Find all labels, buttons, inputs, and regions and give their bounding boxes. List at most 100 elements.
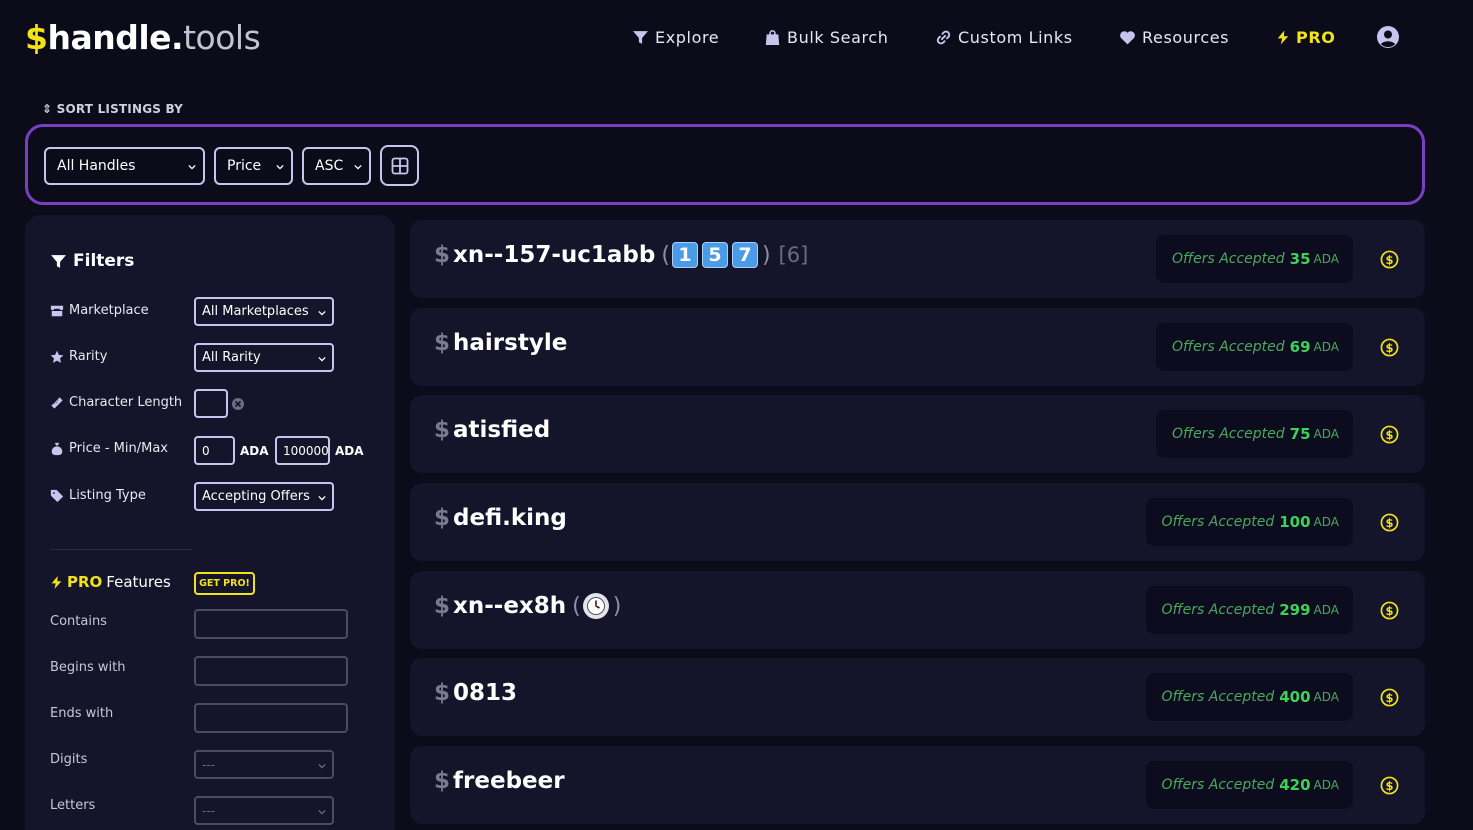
coin-icon[interactable]: $ [1380,513,1399,532]
price-min-unit: ADA [240,444,269,458]
svg-text:$: $ [1386,516,1394,530]
price-label: Price - Min/Max [50,441,168,456]
character-length-label: Character Length [50,395,182,410]
chevron-down-icon [188,164,196,170]
svg-text:$: $ [1386,341,1394,355]
chevron-down-icon [318,495,326,501]
clock-icon [586,597,605,615]
nav-bulk-search[interactable]: Bulk Search [764,26,888,48]
dollar-icon: $ [434,768,451,794]
star-icon [50,350,64,363]
svg-text:$: $ [1386,779,1394,793]
dollar-icon: $ [434,593,451,619]
chevron-down-icon [276,164,284,170]
keycap-emoji: 7 [731,242,758,268]
store-icon [50,305,64,316]
tag-icon [50,489,64,502]
dollar-icon: $ [434,680,451,706]
offer-badge: Offers Accepted 400 ADA [1145,673,1353,721]
chevron-down-icon [318,763,326,769]
clear-icon[interactable] [231,397,245,411]
coin-icon[interactable]: $ [1380,776,1399,795]
ends-with-label: Ends with [50,706,114,721]
chevron-down-icon [354,164,362,170]
marketplace-select[interactable]: All Marketplaces [194,297,334,326]
listing-card[interactable]: $ freebeer Offers Accepted 420 ADA $ [410,746,1425,824]
coin-icon[interactable]: $ [1380,250,1399,269]
sort-order-select[interactable]: ASC [302,147,371,185]
begins-with-input[interactable] [194,656,348,686]
handles-select[interactable]: All Handles [44,147,205,185]
chevron-down-icon [318,310,326,316]
sort-label: ⇕ SORT LISTINGS BY [42,102,184,116]
offer-badge: Offers Accepted 100 ADA [1145,498,1353,546]
listing-type-select[interactable]: Accepting Offers [194,482,334,511]
handle-length: [6] [778,243,809,267]
begins-with-label: Begins with [50,660,126,675]
handle-name: hairstyle [453,330,568,356]
digits-select[interactable]: --- [194,750,334,779]
nav-pro[interactable]: PRO [1276,26,1335,48]
price-max-input[interactable]: 100000( [275,436,330,465]
svg-text:$: $ [1386,428,1394,442]
handle-name: xn--157-uc1abb [453,242,656,268]
offer-badge: Offers Accepted 69 ADA [1155,323,1353,371]
character-length-input[interactable] [194,389,228,418]
dollar-icon: $ [434,242,451,268]
heart-icon [1120,30,1135,44]
handle-name: 0813 [453,680,518,706]
handle-name: defi.king [453,505,567,531]
clock-emoji [582,593,609,619]
dollar-icon: $ [434,330,451,356]
grid-view-button[interactable] [380,145,419,186]
link-icon [936,30,951,44]
coin-icon[interactable]: $ [1380,338,1399,357]
chevron-down-icon [318,356,326,362]
offer-badge: Offers Accepted 420 ADA [1145,761,1353,809]
price-bag-icon [51,442,63,455]
filters-divider [50,549,193,550]
listing-card[interactable]: $ atisfied Offers Accepted 75 ADA $ [410,395,1425,473]
contains-input[interactable] [194,609,348,639]
nav-custom-links[interactable]: Custom Links [935,26,1073,48]
price-min-input[interactable]: 0 [194,436,235,465]
pro-features-title: PRO Features [50,573,171,591]
listing-card[interactable]: $ hairstyle Offers Accepted 69 ADA $ [410,308,1425,386]
filters-title: Filters [50,251,134,271]
handle-name: atisfied [453,417,551,443]
nav-resources[interactable]: Resources [1119,26,1229,48]
listing-card[interactable]: $0813 Offers Accepted 400 ADA $ [410,658,1425,736]
dollar-icon: $ [434,417,451,443]
coin-icon[interactable]: $ [1380,425,1399,444]
letters-label: Letters [50,798,96,813]
handle-name: xn--ex8h [453,593,567,619]
ends-with-input[interactable] [194,703,348,733]
user-avatar-icon[interactable] [1376,25,1400,49]
nav-explore[interactable]: Explore [632,26,719,48]
offer-badge: Offers Accepted 299 ADA [1145,586,1353,634]
site-logo[interactable]: $handle.tools [25,18,261,57]
listing-card[interactable]: $ defi.king Offers Accepted 100 ADA $ [410,483,1425,561]
listing-card[interactable]: $ xn--157-uc1abb ( 1 5 7 ) [6] Offers Ac… [410,220,1425,298]
bolt-icon [1277,30,1289,44]
bolt-icon [51,575,62,589]
svg-text:$: $ [1386,691,1394,705]
bag-icon [765,29,780,45]
letters-select[interactable]: --- [194,796,334,825]
contains-label: Contains [50,614,107,629]
digits-label: Digits [50,752,88,767]
listing-card[interactable]: $ xn--ex8h ( ) Offers Accepted 299 ADA $ [410,571,1425,649]
filter-icon [51,254,66,268]
handle-name: freebeer [453,768,565,794]
rarity-select[interactable]: All Rarity [194,343,334,372]
marketplace-label: Marketplace [50,303,149,318]
offer-badge: Offers Accepted 75 ADA [1155,410,1353,458]
chevron-down-icon [318,809,326,815]
coin-icon[interactable]: $ [1380,601,1399,620]
filter-icon [633,30,648,44]
keycap-emoji: 1 [671,242,698,268]
get-pro-button[interactable]: GET PRO! [194,572,255,595]
svg-text:$: $ [1386,253,1394,267]
sort-field-select[interactable]: Price [214,147,293,185]
coin-icon[interactable]: $ [1380,688,1399,707]
